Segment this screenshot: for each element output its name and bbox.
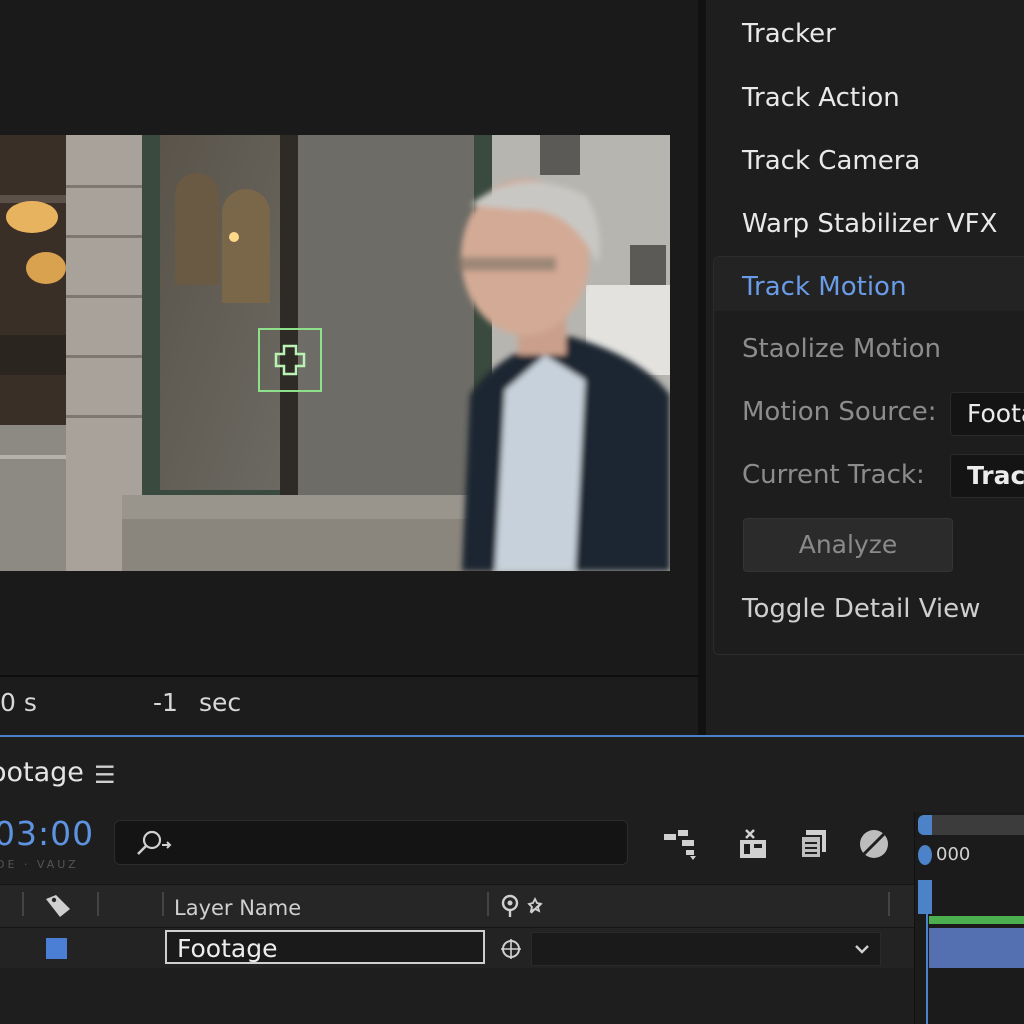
offset-value[interactable]: -1 <box>153 688 178 717</box>
search-icon <box>137 830 172 855</box>
work-area-start-handle[interactable] <box>918 815 932 835</box>
composition-flowchart-icon[interactable] <box>662 826 700 862</box>
track-action-button[interactable]: Track Action <box>742 83 900 113</box>
track-point-icon[interactable] <box>258 328 322 392</box>
current-timecode[interactable]: 03:00 <box>0 814 94 853</box>
viewer-time: 0 s <box>0 688 37 717</box>
offset-unit: sec <box>199 688 242 717</box>
motion-source-label: Motion Source: <box>742 397 937 427</box>
footage-frame[interactable] <box>0 135 670 571</box>
column-separator[interactable] <box>487 892 489 916</box>
frame-blending-icon[interactable] <box>796 826 834 862</box>
current-track-dropdown[interactable]: Track <box>950 454 1024 498</box>
analyze-button[interactable]: Analyze <box>743 518 953 572</box>
panel-title: Tracker <box>742 19 836 49</box>
layer-name-column[interactable]: Layer Name <box>174 896 301 920</box>
timeline-panel <box>0 737 1024 1024</box>
parent-pickwhip-icon[interactable] <box>499 937 523 961</box>
layer-name-field[interactable]: Footage <box>165 930 485 964</box>
work-area-bar[interactable] <box>918 815 1024 835</box>
hamburger-icon[interactable]: ☰ <box>94 761 116 789</box>
playhead-marker[interactable] <box>918 880 932 914</box>
current-track-label: Current Track: <box>742 460 925 490</box>
layer-label-color[interactable] <box>46 938 67 959</box>
frame-rate-label: DE · VAUZ <box>0 858 79 871</box>
footage-image <box>0 135 670 571</box>
playhead-handle[interactable] <box>918 845 932 865</box>
motion-source-dropdown[interactable]: Foota <box>950 392 1024 436</box>
column-separator[interactable] <box>97 892 99 916</box>
layer-column-header <box>0 884 914 928</box>
warp-stabilizer-button[interactable]: Warp Stabilizer VFX <box>742 209 997 239</box>
column-separator[interactable] <box>22 892 24 916</box>
playhead-line <box>926 880 928 1024</box>
label-tag-icon[interactable] <box>44 893 74 919</box>
motion-blur-icon[interactable] <box>856 826 894 862</box>
track-motion-button[interactable]: Track Motion <box>742 272 906 302</box>
viewer-footer <box>0 675 698 735</box>
panel-divider[interactable] <box>698 0 706 735</box>
ruler-label: 000 <box>936 844 971 865</box>
effect-switch-icon[interactable] <box>527 895 549 917</box>
column-separator[interactable] <box>888 892 890 916</box>
shy-switch-icon[interactable] <box>499 894 521 918</box>
layer-duration-bar[interactable] <box>929 928 1024 968</box>
column-separator[interactable] <box>162 892 164 916</box>
parent-dropdown[interactable] <box>531 932 881 966</box>
toggle-detail-view-button[interactable]: Toggle Detail View <box>742 594 980 624</box>
search-input[interactable] <box>114 820 628 865</box>
chevron-down-icon <box>855 945 869 954</box>
stabilize-motion-button[interactable]: Staolize Motion <box>742 334 941 364</box>
draft-3d-icon[interactable] <box>734 826 772 862</box>
timeline-tab[interactable]: ootage <box>0 757 84 788</box>
work-area-range <box>929 916 1024 924</box>
track-camera-button[interactable]: Track Camera <box>742 146 920 176</box>
